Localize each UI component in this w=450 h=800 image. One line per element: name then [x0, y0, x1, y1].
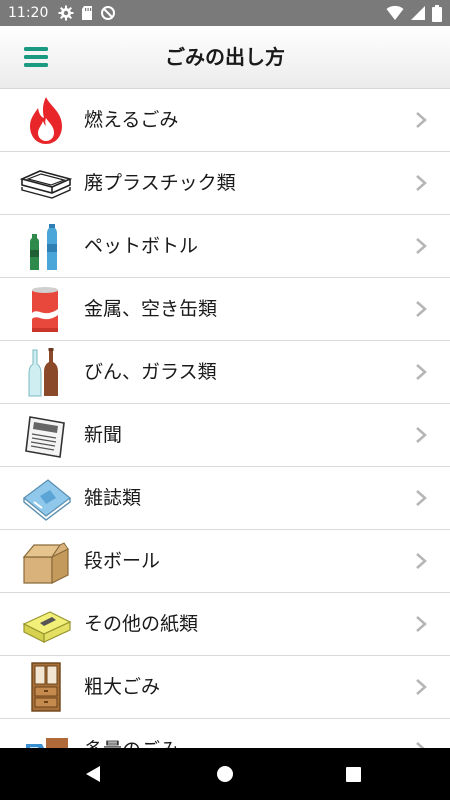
chevron-right-icon	[416, 616, 427, 632]
chevron-right-icon	[416, 175, 427, 191]
page-title: ごみの出し方	[165, 45, 285, 69]
list-item-burnable[interactable]: 燃えるごみ	[0, 89, 450, 152]
chevron-right-icon	[416, 679, 427, 695]
list-item-label: 段ボール	[84, 550, 161, 572]
app-bar: ごみの出し方	[0, 26, 450, 89]
cardboard-box-icon	[22, 542, 69, 584]
tissue-box-icon	[22, 611, 72, 643]
list-item-label: ペットボトル	[84, 235, 199, 257]
chevron-right-icon	[416, 112, 427, 128]
home-icon[interactable]	[216, 765, 234, 783]
chevron-right-icon	[416, 364, 427, 380]
cabinet-icon	[31, 662, 61, 712]
list-item-glass[interactable]: びん、ガラス類	[0, 341, 450, 404]
magazine-icon	[23, 479, 71, 521]
gear-icon	[58, 5, 74, 21]
list-item-metal-cans[interactable]: 金属、空き缶類	[0, 278, 450, 341]
battery-icon	[432, 4, 442, 22]
list-item-cardboard[interactable]: 段ボール	[0, 530, 450, 593]
status-bar: 11:20	[0, 0, 450, 26]
chevron-right-icon	[416, 553, 427, 569]
no-sync-icon	[101, 6, 115, 20]
chevron-right-icon	[416, 427, 427, 443]
recents-icon[interactable]	[346, 767, 361, 782]
list-item-other-paper[interactable]: その他の紙類	[0, 593, 450, 656]
list-item-label: びん、ガラス類	[84, 361, 217, 383]
chevron-right-icon	[416, 490, 427, 506]
list-item-oversized[interactable]: 粗大ごみ	[0, 656, 450, 719]
chevron-right-icon	[416, 238, 427, 254]
fire-icon	[30, 97, 62, 144]
pet-bottle-icon	[30, 224, 57, 270]
signal-icon	[411, 6, 425, 20]
category-list: 燃えるごみ 廃プラスチック類 ペットボトル 金属、空き缶類 びん、ガラス類 新聞…	[0, 89, 450, 748]
list-item-label: 燃えるごみ	[84, 109, 179, 131]
list-item-label: その他の紙類	[84, 613, 199, 635]
chevron-right-icon	[416, 301, 427, 317]
plastic-tray-icon	[20, 170, 72, 199]
list-item-label: 多量のごみ	[84, 737, 179, 748]
newspaper-icon	[25, 416, 65, 458]
back-icon[interactable]	[84, 765, 102, 783]
list-item-label: 粗大ごみ	[84, 676, 161, 698]
system-navigation-bar	[0, 748, 450, 800]
truck-icon	[26, 738, 68, 748]
list-item-label: 雑誌類	[84, 487, 142, 509]
list-item-plastics[interactable]: 廃プラスチック類	[0, 152, 450, 215]
list-item-label: 金属、空き缶類	[84, 298, 218, 320]
can-icon	[32, 287, 58, 332]
wifi-icon	[386, 5, 404, 20]
list-item-magazines[interactable]: 雑誌類	[0, 467, 450, 530]
status-left-icons	[58, 4, 116, 22]
list-item-newspaper[interactable]: 新聞	[0, 404, 450, 467]
list-item-large-quantity[interactable]: 多量のごみ	[0, 719, 450, 748]
status-right-icons	[386, 4, 442, 22]
list-item-label: 新聞	[84, 424, 123, 446]
list-item-label: 廃プラスチック類	[84, 172, 236, 194]
list-item-pet-bottles[interactable]: ペットボトル	[0, 215, 450, 278]
chevron-right-icon	[416, 742, 425, 748]
sd-card-icon	[82, 6, 92, 20]
glass-bottle-icon	[28, 348, 58, 397]
status-time: 11:20	[8, 5, 49, 21]
